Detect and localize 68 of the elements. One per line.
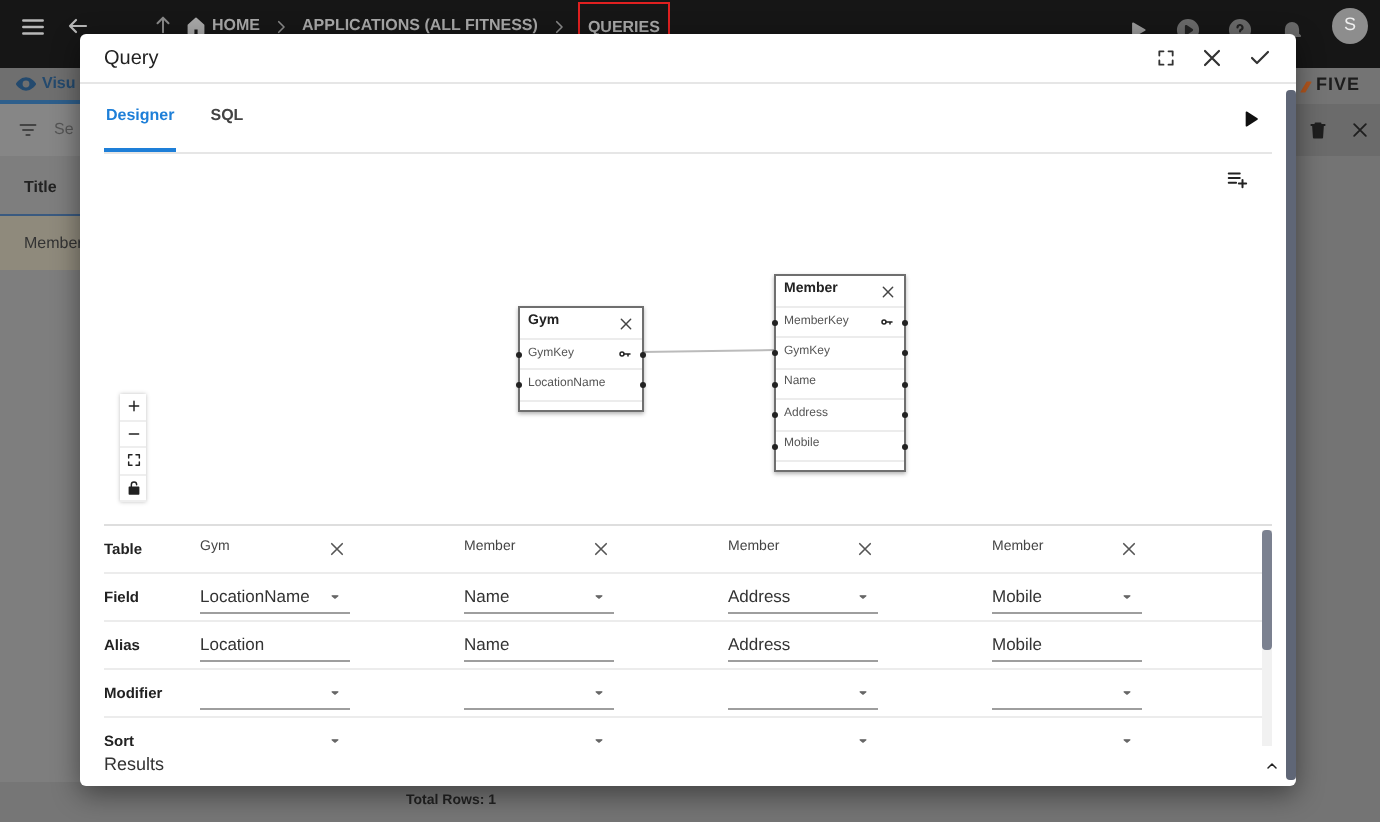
port-dot[interactable] [640, 352, 646, 358]
section-title: Results [104, 752, 165, 779]
close-icon[interactable] [592, 540, 610, 558]
breadcrumb-link[interactable]: QUERIES [579, 4, 668, 52]
close-icon[interactable] [856, 540, 874, 558]
scrollbar[interactable] [1286, 90, 1296, 780]
trash-icon[interactable] [1307, 120, 1327, 140]
up-arrow-icon[interactable] [152, 14, 174, 36]
alias-field[interactable]: Address [728, 629, 878, 661]
alias-field[interactable]: Mobile [992, 629, 1142, 661]
port-dot[interactable] [516, 382, 522, 389]
port-dot[interactable] [772, 350, 778, 357]
add-list-icon[interactable] [1226, 168, 1248, 190]
check-icon[interactable] [1248, 46, 1272, 70]
port-dot[interactable] [902, 320, 908, 326]
dialog-title: Query [104, 45, 159, 73]
home-icon [186, 16, 206, 36]
port-dot[interactable] [772, 381, 778, 388]
menu-icon[interactable] [20, 14, 46, 40]
caret-icon [592, 733, 606, 746]
port-dot[interactable] [902, 350, 908, 357]
port-dot[interactable] [516, 352, 522, 358]
chevron-icon [272, 18, 290, 36]
port-dot[interactable] [902, 412, 908, 419]
port-dot[interactable] [640, 382, 646, 389]
fullscreen-icon[interactable] [1156, 48, 1176, 68]
caret-icon [856, 733, 870, 746]
caret-icon [328, 589, 342, 603]
port-dot[interactable] [772, 443, 778, 450]
caret-icon [856, 589, 870, 603]
caret-icon [328, 685, 342, 699]
port-dot[interactable] [772, 320, 778, 326]
port-dot[interactable] [902, 443, 908, 450]
close-icon[interactable] [618, 315, 634, 331]
logo-mark-icon [1300, 77, 1312, 95]
logo-text: FIVE [1316, 72, 1361, 99]
caret-icon [856, 685, 870, 699]
caret-icon [592, 589, 606, 603]
tab[interactable]: Designer [104, 84, 177, 152]
chevron-up-icon[interactable] [1264, 758, 1280, 774]
field-select[interactable]: LocationName [200, 581, 350, 613]
field-select[interactable]: Mobile [992, 581, 1142, 613]
close-icon[interactable] [328, 540, 346, 558]
close-icon[interactable] [1200, 46, 1224, 70]
close-icon[interactable] [1120, 540, 1138, 558]
close-icon[interactable] [880, 283, 896, 299]
filter-icon[interactable] [18, 120, 38, 140]
alias-field[interactable]: Name [464, 629, 614, 661]
fit-view-icon[interactable] [125, 452, 141, 469]
port-dot[interactable] [772, 412, 778, 419]
lock-icon[interactable] [125, 479, 141, 496]
field-select[interactable]: Name [464, 581, 614, 613]
back-arrow-icon[interactable] [66, 14, 90, 38]
eye-icon [16, 74, 36, 94]
alias-field[interactable]: Location [200, 629, 350, 661]
run-icon[interactable] [1242, 109, 1260, 127]
caret-icon [328, 733, 342, 746]
tab[interactable]: SQL [208, 84, 246, 152]
caret-icon [592, 685, 606, 699]
zoom-in-icon[interactable] [125, 398, 141, 415]
scrollbar[interactable] [1262, 530, 1272, 650]
field-select[interactable]: Address [728, 581, 878, 613]
caret-icon [1120, 733, 1134, 746]
breadcrumb-link[interactable]: APPLICATIONS (ALL FITNESS) [302, 14, 538, 38]
caret-icon [1120, 685, 1134, 699]
port-dot[interactable] [902, 381, 908, 388]
caret-icon [1120, 589, 1134, 603]
breadcrumb-link[interactable]: HOME [186, 14, 260, 38]
